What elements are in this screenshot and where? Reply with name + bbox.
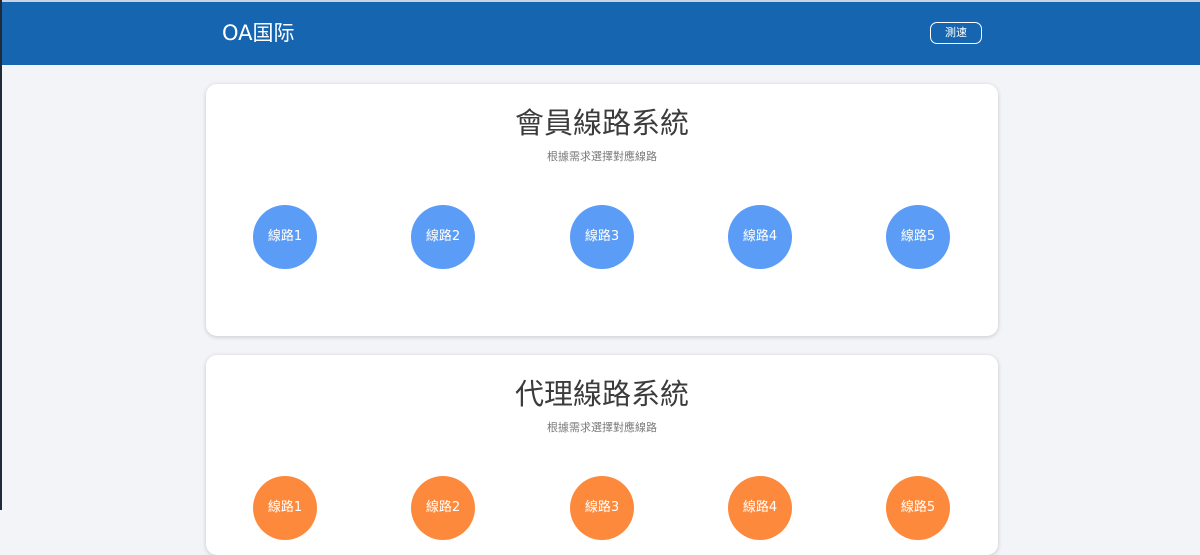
member-line-list: 線路1 線路2 線路3 線路4 線路5 xyxy=(206,205,998,269)
member-line-1-button[interactable]: 線路1 xyxy=(253,205,317,269)
member-section-title: 會員線路系統 xyxy=(514,106,689,140)
speed-test-button[interactable]: 測速 xyxy=(930,22,982,44)
top-nav-bar: OA国际 測速 xyxy=(2,2,1200,65)
member-line-2-button[interactable]: 線路2 xyxy=(411,205,475,269)
agent-line-5-button[interactable]: 線路5 xyxy=(886,476,950,540)
agent-line-4-button[interactable]: 線路4 xyxy=(728,476,792,540)
agent-line-1-button[interactable]: 線路1 xyxy=(253,476,317,540)
window-left-edge xyxy=(0,0,2,510)
agent-line-3-button[interactable]: 線路3 xyxy=(570,476,634,540)
member-line-4-button[interactable]: 線路4 xyxy=(728,205,792,269)
agent-line-2-button[interactable]: 線路2 xyxy=(411,476,475,540)
member-line-5-button[interactable]: 線路5 xyxy=(886,205,950,269)
member-section-subtitle: 根據需求選擇對應線路 xyxy=(547,150,657,163)
member-line-3-button[interactable]: 線路3 xyxy=(570,205,634,269)
agent-lines-card: 代理線路系統 根據需求選擇對應線路 線路1 線路2 線路3 線路4 線路5 xyxy=(206,355,998,555)
member-lines-card: 會員線路系統 根據需求選擇對應線路 線路1 線路2 線路3 線路4 線路5 xyxy=(206,84,998,336)
agent-section-title: 代理線路系統 xyxy=(514,377,689,411)
brand-logo-text[interactable]: OA国际 xyxy=(222,2,295,65)
agent-section-subtitle: 根據需求選擇對應線路 xyxy=(547,421,657,434)
agent-line-list: 線路1 線路2 線路3 線路4 線路5 xyxy=(206,476,998,540)
